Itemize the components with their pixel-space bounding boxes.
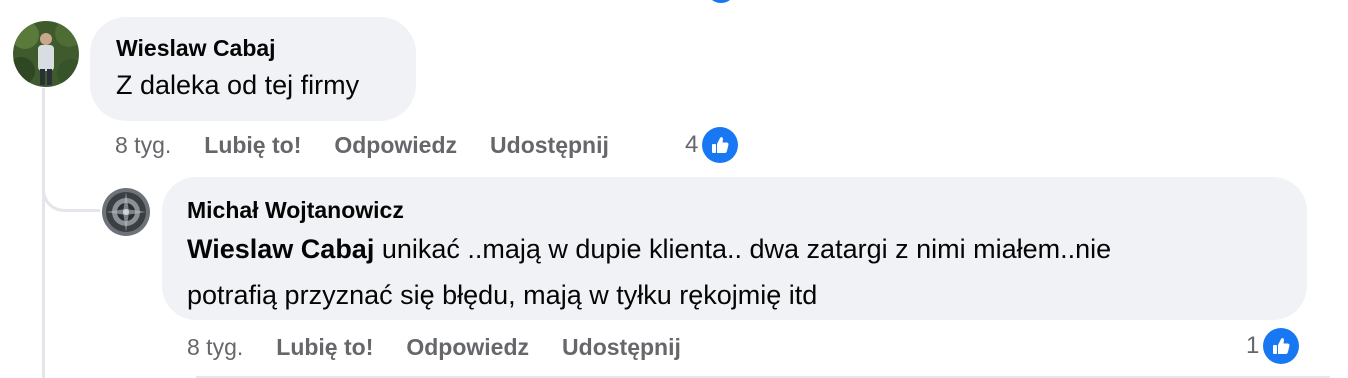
like-button[interactable]: Lubię to! [204, 132, 301, 159]
avatar[interactable] [13, 21, 79, 87]
reaction-indicator [706, 0, 736, 3]
comment-text-line: potrafią przyznać się błędu, mają w tyłk… [187, 280, 818, 310]
comment-text: Wieslaw Cabaj unikać ..mają w dupie klie… [187, 226, 1281, 318]
comment-text-line: unikać ..mają w dupie klienta.. dwa zata… [374, 234, 1112, 264]
mention-link[interactable]: Wieslaw Cabaj [187, 234, 374, 264]
comment-bubble: Wieslaw Cabaj Z daleka od tej firmy [90, 17, 416, 121]
comment-actions: 8 tyg. Lubię to! Odpowiedz Udostępnij [187, 334, 681, 361]
reaction-summary[interactable]: 4 [685, 127, 739, 163]
thumbs-up-icon [1263, 328, 1300, 364]
reaction-count: 1 [1246, 332, 1260, 359]
comment-text: Z daleka od tej firmy [116, 70, 360, 100]
comment-timestamp[interactable]: 8 tyg. [187, 334, 243, 361]
thumbs-up-icon [702, 127, 739, 163]
thread-connector-vertical [42, 88, 45, 378]
thread-connector-branch [42, 160, 100, 212]
reaction-summary[interactable]: 1 [1246, 328, 1300, 364]
comment-author[interactable]: Michał Wojtanowicz [187, 197, 1281, 224]
share-button[interactable]: Udostępnij [490, 132, 609, 159]
reaction-count: 4 [685, 131, 699, 158]
share-button[interactable]: Udostępnij [562, 334, 681, 361]
reply-button[interactable]: Odpowiedz [334, 132, 457, 159]
reply-button[interactable]: Odpowiedz [406, 334, 529, 361]
like-button[interactable]: Lubię to! [276, 334, 373, 361]
comment-actions: 8 tyg. Lubię to! Odpowiedz Udostępnij [115, 132, 609, 159]
comment-timestamp[interactable]: 8 tyg. [115, 132, 171, 159]
comment-author[interactable]: Wieslaw Cabaj [116, 35, 390, 62]
comment-bubble: Michał Wojtanowicz Wieslaw Cabaj unikać … [162, 177, 1307, 320]
avatar[interactable] [102, 188, 150, 236]
